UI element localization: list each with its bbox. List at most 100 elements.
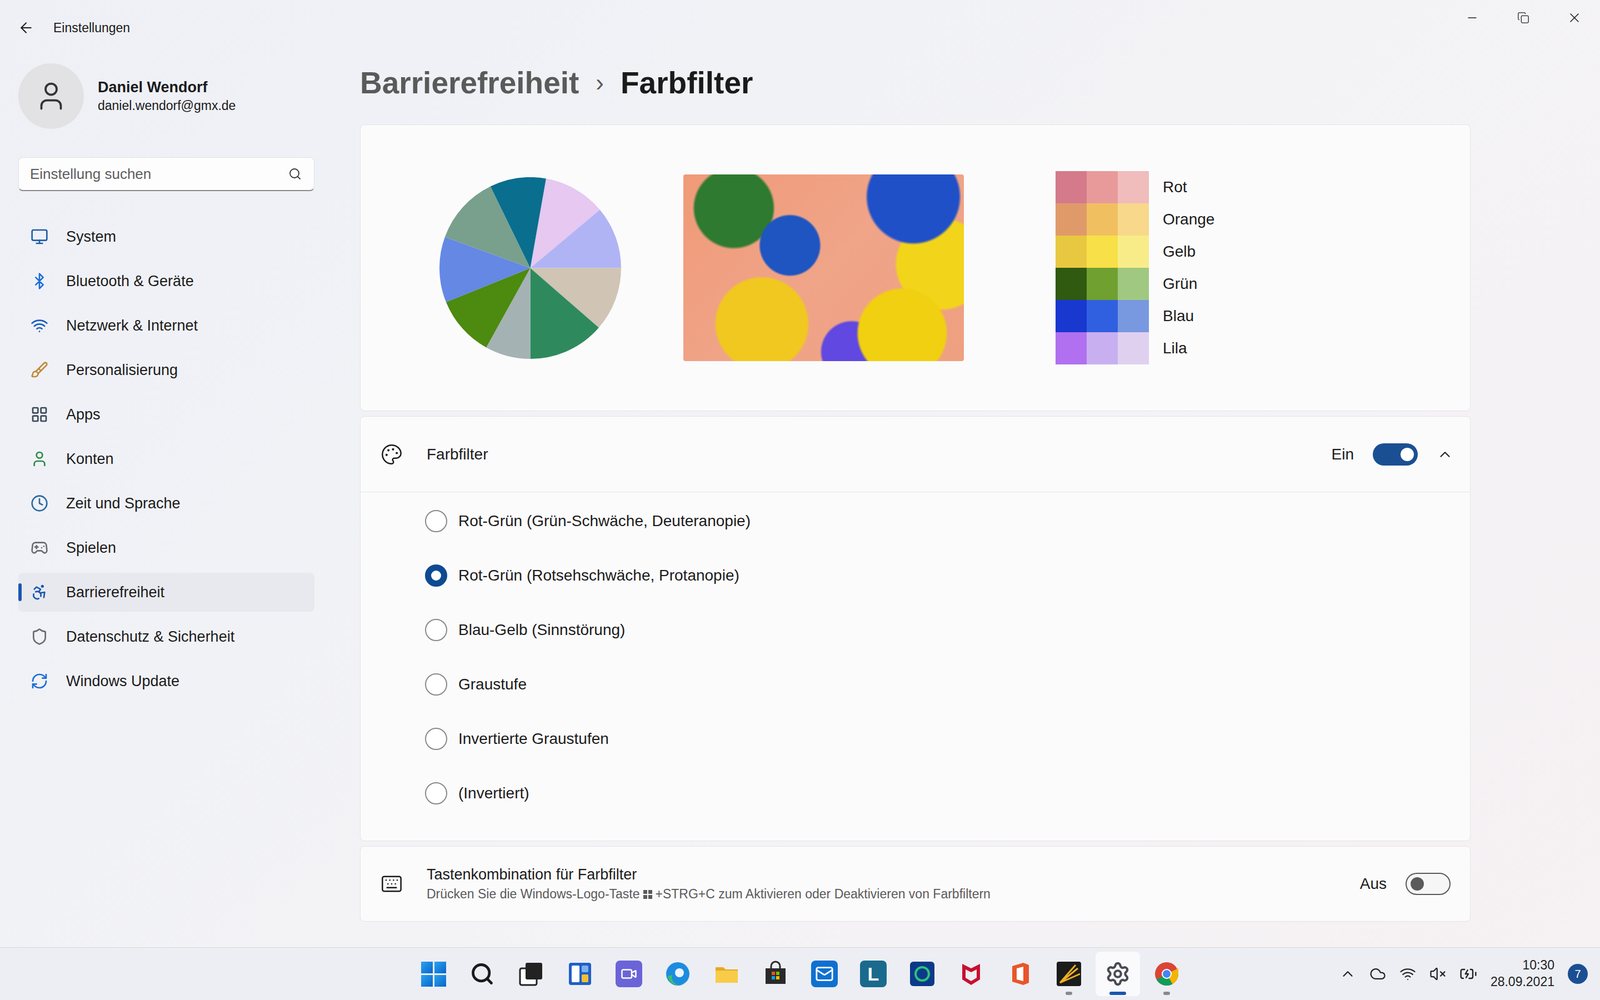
wifi-icon[interactable] [1399,965,1417,983]
close-icon [1566,10,1583,26]
radio-button[interactable] [425,564,448,587]
restore-button[interactable] [1497,0,1549,36]
mcafee-icon [957,960,985,988]
sidebar-item[interactable]: Netzwerk & Internet [18,306,315,345]
taskbar-button[interactable] [1095,951,1140,997]
sidebar-item[interactable]: Zeit und Sprache [18,483,315,523]
close-button[interactable] [1548,0,1600,36]
radio-option[interactable]: Blau-Gelb (Sinnstörung) [360,602,1470,658]
logo-square [421,961,433,974]
minimize-button[interactable] [1446,0,1498,36]
swatch-cell [1055,171,1087,204]
shortcut-text: Tastenkombination für FarbfilterDrücken … [426,866,991,902]
taskbar-button[interactable]: L [851,951,896,997]
taskbar-button[interactable] [948,951,994,997]
logo-square [434,975,447,987]
description-end: +STRG+C zum Aktivieren oder Deaktivieren… [655,886,991,902]
sidebar-nav: SystemBluetooth & Geräte Netzwerk & Inter… [18,217,315,701]
shortcut-state: Aus [1360,875,1387,893]
nav-item-icon [30,494,49,513]
radio-option[interactable]: (Invertiert) [360,766,1470,821]
swatch-label: Blau [1162,307,1194,325]
radio-option[interactable]: Invertierte Graustufen [360,711,1470,767]
chevron-up-icon[interactable] [1436,446,1454,463]
breadcrumb-parent[interactable]: Barrierefreiheit [360,65,579,101]
preview-card: RotOrangeGelbGrünBlauLila [360,124,1471,412]
filter-state: Ein [1331,445,1354,464]
taskbar-button[interactable] [1046,951,1092,997]
sidebar-item[interactable]: Barrierefreiheit [18,572,315,612]
logo-square [434,961,447,974]
radio-button[interactable] [425,510,448,533]
taskbar-button[interactable] [411,951,456,997]
taskview-icon [517,960,545,988]
screen: Einstellungen Daniel Wendorfdaniel.wendor… [0,0,1600,1000]
selection-indicator [18,583,22,602]
spark-icon [1055,960,1083,988]
profile[interactable]: Daniel Wendorfdaniel.wendorf@gmx.de [18,63,315,129]
taskbar-button[interactable] [802,951,847,997]
sidebar-item-label: Windows Update [66,672,180,690]
nav-item-icon [30,272,49,290]
radio-button[interactable] [425,727,448,750]
radio-label: Graustufe [458,675,527,694]
swatch-cell [1086,267,1118,300]
taskbar-button[interactable] [997,951,1043,997]
speaker-muted-icon[interactable] [1429,965,1447,983]
radio-button[interactable] [425,618,448,642]
taskbar-button[interactable] [557,951,603,997]
filter-header[interactable]: FarbfilterEin [360,416,1470,493]
notification-badge[interactable]: 7 [1567,963,1588,984]
shortcut-toggle[interactable] [1405,872,1451,895]
pie-segment [530,209,622,268]
swatch-cell [1055,267,1087,300]
cloud-icon[interactable] [1369,965,1387,983]
taskbar-button[interactable] [460,951,505,997]
pie-chart [439,177,622,359]
sidebar-item[interactable]: Spielen [18,528,315,568]
radio-option[interactable]: Rot-Grün (Rotsehschwäche, Protanopie) [360,548,1470,603]
swatch-cell [1086,235,1118,268]
back-arrow-icon[interactable] [17,19,35,37]
swatch-cell [1117,300,1149,333]
taskbar-button[interactable] [655,951,700,997]
taskbar-button[interactable] [900,951,945,997]
filter-toggle[interactable] [1372,443,1418,466]
filter-options: Rot-Grün (Grün-Schwäche, Deuteranopie)Ro… [360,492,1470,841]
sidebar-item-label: Apps [66,406,101,424]
swatch-row: Orange [1055,203,1215,236]
clock[interactable]: 10:3028.09.2021 [1490,957,1555,991]
sidebar-item[interactable]: Windows Update [18,661,315,701]
nav-item-icon [30,450,49,468]
radio-option[interactable]: Rot-Grün (Grün-Schwäche, Deuteranopie) [360,493,1470,549]
palette-icon [380,443,403,466]
letter-app-icon: L [860,960,887,988]
taskbar-button[interactable] [704,951,749,997]
sidebar-item[interactable]: Bluetooth & Geräte [18,261,315,301]
toggle-knob [1400,447,1414,462]
explorer-icon [713,960,740,988]
chevron-up-icon[interactable] [1339,965,1357,983]
window-title: Einstellungen [53,20,130,36]
office-icon [1006,960,1034,988]
taskbar-button[interactable] [508,951,554,997]
sidebar-item[interactable]: System [18,217,315,257]
taskbar-button[interactable] [753,951,798,997]
radio-option[interactable]: Graustufe [360,657,1470,712]
radio-button[interactable] [425,782,448,805]
battery-icon[interactable] [1459,965,1478,983]
logo-square [643,890,648,894]
sidebar-item[interactable]: Apps [18,395,315,434]
sidebar-item[interactable]: Personalisierung [18,350,315,390]
sidebar-item[interactable]: Datenschutz & Sicherheit [18,617,315,657]
swatch-cell [1117,203,1149,236]
taskbar-button[interactable] [1144,951,1189,997]
description-start: Drücken Sie die Windows-Logo-Taste [426,886,640,902]
sidebar-item[interactable]: Konten [18,439,315,479]
taskbar-button[interactable] [606,951,652,997]
sidebar-item-label: Datenschutz & Sicherheit [66,628,235,646]
toggle-knob [1410,877,1424,891]
search-field[interactable]: Einstellung suchen [18,157,315,192]
radio-button[interactable] [425,673,448,696]
swatch-label: Lila [1162,339,1188,358]
